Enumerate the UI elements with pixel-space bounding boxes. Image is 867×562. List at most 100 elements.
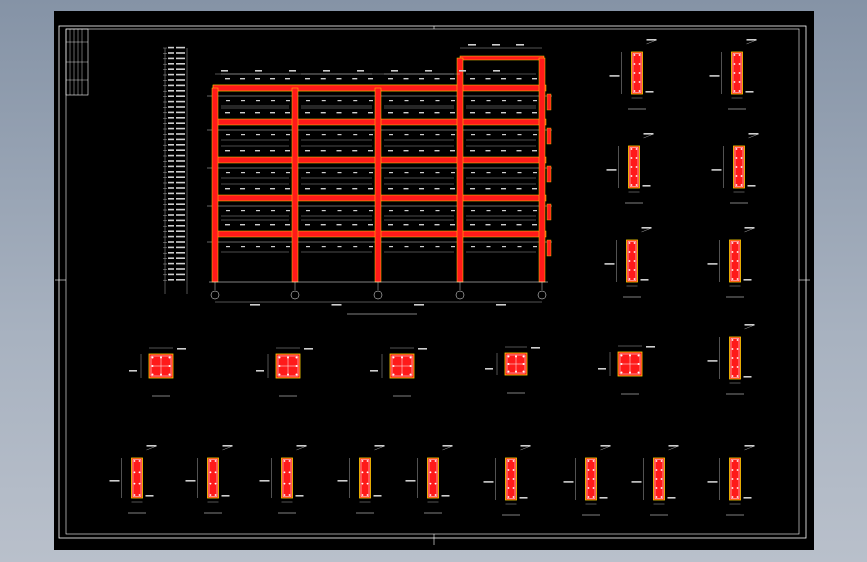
rebar-dot xyxy=(638,54,641,56)
beam-annotation xyxy=(471,100,475,102)
beam-annotation xyxy=(241,246,245,248)
left-dim-text xyxy=(176,127,185,130)
left-dim-text xyxy=(168,214,174,216)
left-dim-text xyxy=(176,219,185,222)
beam-annotation xyxy=(403,112,409,114)
rebar-dot xyxy=(278,356,281,359)
beam-annotation xyxy=(240,150,245,152)
rebar-dot xyxy=(736,375,739,377)
beam-annotation xyxy=(451,246,455,248)
rebar-dot xyxy=(635,148,638,150)
left-dim-text xyxy=(176,138,185,141)
column-section xyxy=(485,346,540,394)
beam-annotation xyxy=(369,210,373,212)
section-note xyxy=(668,445,679,447)
beam-section-bottom xyxy=(337,445,385,514)
beam-annotation xyxy=(225,188,230,190)
section-note xyxy=(485,368,493,370)
top-dim-text xyxy=(492,44,500,46)
beam-section-bottom xyxy=(483,445,531,516)
beam-annotation xyxy=(256,246,260,248)
rebar-dot xyxy=(288,482,291,485)
rebar-dot xyxy=(592,496,595,498)
beam-annotation xyxy=(389,134,393,136)
left-dim-text xyxy=(168,52,174,54)
left-dim-text xyxy=(176,198,185,200)
beam-annotation xyxy=(435,210,440,212)
rebar-dot xyxy=(287,373,289,376)
beam-annotation xyxy=(270,112,275,114)
rebar-dot xyxy=(740,148,743,150)
rebar-dot xyxy=(635,166,638,168)
rebar-dot xyxy=(401,373,403,376)
beam-annotation xyxy=(403,150,409,152)
section-note xyxy=(746,39,757,41)
beam-annotation xyxy=(404,172,409,174)
beam-section-side xyxy=(707,324,755,395)
axis-bubble xyxy=(290,290,300,300)
beam-annotation xyxy=(450,112,455,114)
left-dim-text xyxy=(176,208,185,211)
rebar-dot xyxy=(628,269,631,271)
beam-annotation xyxy=(486,100,491,102)
rebar-dot xyxy=(633,54,636,56)
beam-annotation xyxy=(306,172,310,174)
beam-annotation xyxy=(305,112,310,114)
beam-annotation xyxy=(501,188,506,190)
beam-annotation xyxy=(270,188,275,190)
rebar-dot xyxy=(731,348,734,350)
beam-annotation xyxy=(434,188,440,190)
rebar-dot xyxy=(592,469,595,471)
section-note xyxy=(519,497,528,499)
beam-annotation xyxy=(470,112,475,114)
rebar-dot xyxy=(429,494,432,496)
beam-section-top-right xyxy=(711,133,759,204)
left-dim-text xyxy=(168,165,174,168)
rebar-dot xyxy=(214,494,217,496)
beam-annotation xyxy=(532,78,537,80)
beam-annotation xyxy=(306,210,310,212)
rebar-dot xyxy=(660,469,663,471)
beam-annotation xyxy=(337,134,342,136)
left-dim-text xyxy=(168,235,174,238)
beam-annotation xyxy=(241,134,245,136)
top-dim-text xyxy=(516,44,524,46)
rebar-dot xyxy=(740,157,743,159)
section-note xyxy=(709,75,720,77)
rebar-dot xyxy=(283,460,286,462)
rebar-dot xyxy=(214,460,217,462)
rebar-dot xyxy=(736,269,739,271)
rebar-dot xyxy=(512,487,515,489)
section-note xyxy=(606,169,617,171)
section-note xyxy=(744,227,755,229)
section-note xyxy=(642,185,651,187)
section-note xyxy=(609,75,620,77)
beam-annotation xyxy=(435,172,440,174)
beam-annotation xyxy=(286,246,290,248)
left-dim-text xyxy=(176,100,185,103)
beam-annotation xyxy=(517,172,522,174)
left-dim-text xyxy=(176,154,185,157)
dim-text xyxy=(496,304,506,306)
section-note xyxy=(631,481,642,483)
beam-annotation xyxy=(485,188,491,190)
beam-annotation xyxy=(486,134,491,136)
section-note xyxy=(374,445,385,447)
beam-annotation xyxy=(404,134,409,136)
rebar-dot xyxy=(628,278,631,280)
rebar-dot xyxy=(731,460,734,462)
beam-annotation xyxy=(321,100,326,102)
left-dim-text xyxy=(168,73,174,76)
beam-annotation xyxy=(451,172,455,174)
left-dim-text xyxy=(168,192,174,195)
left-dim-text xyxy=(176,111,185,114)
left-dim-text xyxy=(168,149,174,151)
rebar-dot xyxy=(630,175,633,177)
beam-annotation xyxy=(255,78,260,80)
beam-annotation xyxy=(388,150,393,152)
rebar-dot xyxy=(515,355,517,358)
section-note xyxy=(744,445,755,447)
rebar-dot xyxy=(738,54,741,56)
rebar-dot xyxy=(660,478,663,480)
cad-viewport[interactable] xyxy=(54,11,814,550)
